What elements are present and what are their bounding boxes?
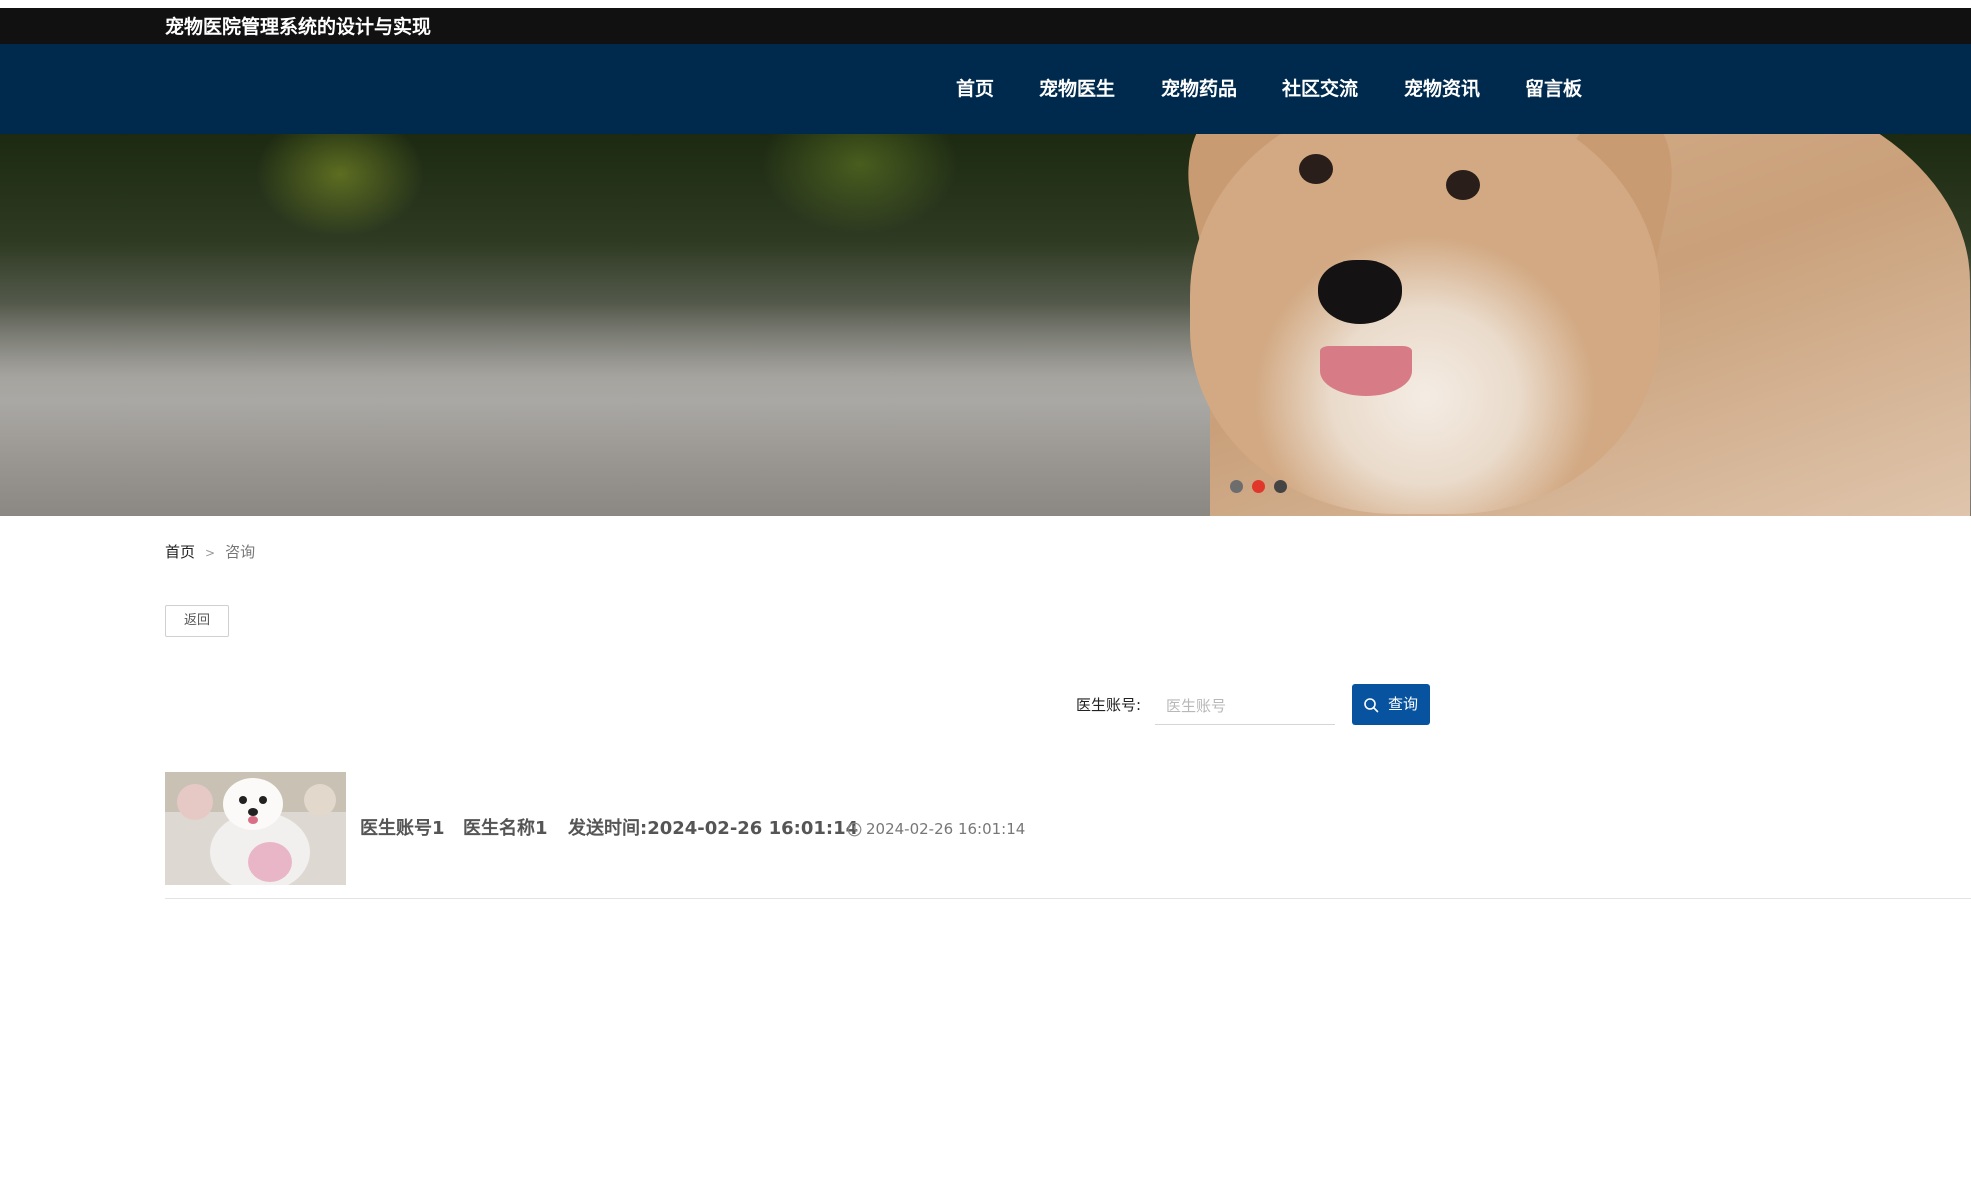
timestamp: 2024-02-26 16:01:14: [847, 817, 1026, 841]
banner-dog-head: [1190, 134, 1660, 514]
main-navigation: 首页 宠物医生 宠物药品 社区交流 宠物资讯 留言板: [0, 44, 1971, 134]
breadcrumb-separator: >: [205, 546, 216, 560]
doctor-account: 医生账号1: [360, 818, 445, 839]
query-button-label: 查询: [1388, 695, 1419, 713]
top-spacer: [0, 0, 1971, 8]
nav-item-home[interactable]: 首页: [956, 76, 994, 102]
timestamp-text: 2024-02-26 16:01:14: [866, 820, 1026, 838]
banner-dog-mouth: [1320, 346, 1412, 396]
query-button[interactable]: 查询: [1352, 684, 1430, 725]
site-title: 宠物医院管理系统的设计与实现: [165, 16, 432, 38]
nav-item-message-board[interactable]: 留言板: [1525, 76, 1582, 102]
banner-dog-nose: [1318, 260, 1402, 324]
search-icon: [1364, 698, 1379, 713]
nav-item-community[interactable]: 社区交流: [1282, 76, 1358, 102]
banner-background: [0, 304, 1300, 516]
carousel-dot-1[interactable]: [1230, 480, 1243, 493]
search-label: 医生账号:: [1076, 696, 1142, 714]
banner-dog-eye: [1446, 170, 1480, 200]
breadcrumb-current: 咨询: [225, 543, 256, 561]
nav-item-pet-doctors[interactable]: 宠物医生: [1039, 76, 1115, 102]
send-time: 发送时间:2024-02-26 16:01:14: [568, 818, 859, 839]
pet-photo-image: [165, 772, 346, 885]
doctor-account-search-input[interactable]: [1155, 687, 1335, 725]
banner-carousel[interactable]: [0, 134, 1971, 516]
nav-item-pet-medicines[interactable]: 宠物药品: [1161, 76, 1237, 102]
clock-icon: [847, 822, 862, 837]
consultation-list-item[interactable]: 医生账号1 医生名称1 发送时间:2024-02-26 16:01:14 202…: [165, 772, 1971, 899]
back-button[interactable]: 返回: [165, 605, 229, 637]
nav-item-pet-news[interactable]: 宠物资讯: [1404, 76, 1480, 102]
banner-dog-eye: [1299, 154, 1333, 184]
doctor-name: 医生名称1: [463, 818, 548, 839]
carousel-dot-3[interactable]: [1274, 480, 1287, 493]
carousel-dot-2[interactable]: [1252, 480, 1265, 493]
breadcrumb: 首页 > 咨询: [165, 541, 255, 564]
consultation-thumbnail: [165, 772, 346, 885]
breadcrumb-home[interactable]: 首页: [165, 543, 195, 561]
